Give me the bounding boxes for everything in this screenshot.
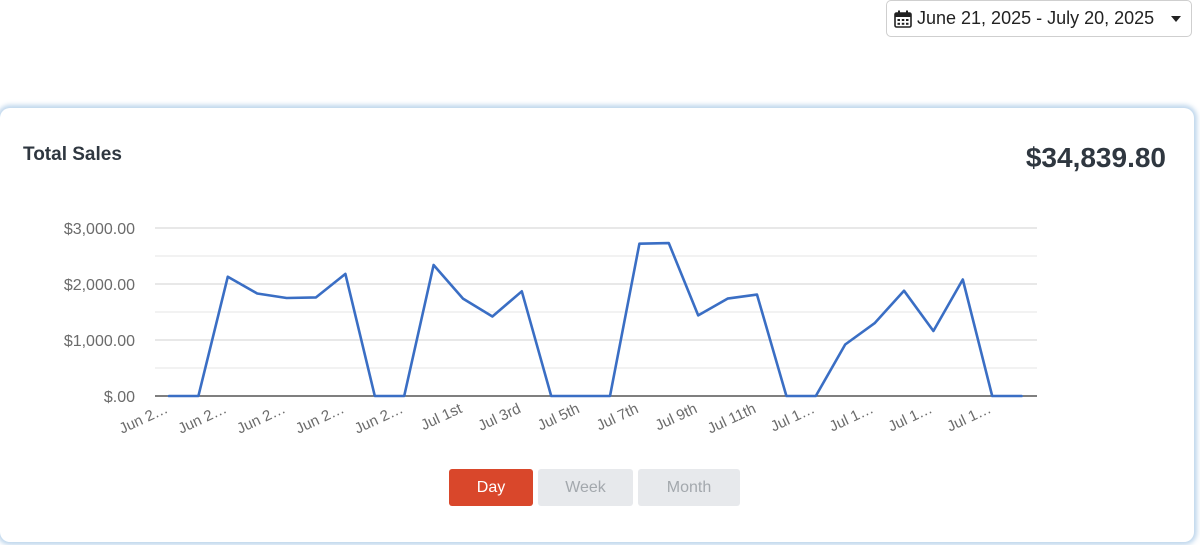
- month-button[interactable]: Month: [638, 469, 740, 506]
- x-tick-label: Jul 1…: [827, 400, 876, 435]
- data-point: [402, 394, 406, 398]
- total-sales-card: Total Sales $34,839.80 $.00 $1,000.00 $2,0…: [0, 108, 1194, 542]
- date-range-picker[interactable]: June 21, 2025 - July 20, 2025: [886, 0, 1192, 37]
- calendar-icon: [894, 10, 912, 28]
- x-tick-label: Jul 1…: [768, 400, 817, 435]
- data-point: [1020, 394, 1024, 398]
- data-point: [696, 313, 700, 317]
- sales-line-chart: $.00$1,000.00$2,000.00$3,000.00Jun 2… Jun…: [64, 221, 1037, 437]
- x-tick-label: Jul 9th: [653, 400, 700, 434]
- data-point: [373, 394, 377, 398]
- data-point: [726, 297, 730, 301]
- data-point: [667, 241, 671, 245]
- data-point: [314, 295, 318, 299]
- data-point: [843, 342, 847, 346]
- day-button[interactable]: Day: [449, 469, 533, 506]
- x-tick-label: Jun 2…: [352, 400, 406, 437]
- data-point: [255, 292, 259, 296]
- x-tick-label: Jul 5th: [535, 400, 582, 434]
- y-tick-label: $.00: [104, 389, 135, 406]
- x-tick-label: Jul 1…: [944, 400, 993, 435]
- range-button-group: Day Week Month: [449, 469, 745, 506]
- date-range-label: June 21, 2025 - July 20, 2025: [917, 8, 1155, 28]
- data-point: [608, 394, 612, 398]
- data-point: [226, 275, 230, 279]
- data-point: [285, 296, 289, 300]
- x-tick-label: Jul 7th: [594, 400, 641, 434]
- y-tick-label: $3,000.00: [64, 221, 135, 238]
- sales-series-line: [167, 241, 1023, 398]
- week-button[interactable]: Week: [538, 469, 633, 506]
- data-point: [931, 329, 935, 333]
- chevron-down-icon: [1171, 15, 1181, 22]
- data-point: [490, 314, 494, 318]
- data-point: [461, 297, 465, 301]
- data-point: [432, 263, 436, 267]
- data-point: [343, 272, 347, 276]
- x-tick-label: Jul 11th: [705, 400, 759, 437]
- x-tick-label: Jul 3rd: [475, 400, 523, 434]
- data-point: [167, 394, 171, 398]
- data-point: [814, 394, 818, 398]
- x-tick-label: Jun 2…: [234, 400, 288, 437]
- y-tick-label: $2,000.00: [64, 277, 135, 294]
- x-tick-label: Jun 2…: [293, 400, 347, 437]
- data-point: [873, 321, 877, 325]
- x-tick-label: Jul 1…: [886, 400, 935, 435]
- x-tick-label: Jun 2…: [175, 400, 229, 437]
- data-point: [961, 278, 965, 282]
- y-tick-label: $1,000.00: [64, 333, 135, 350]
- data-point: [990, 394, 994, 398]
- data-point: [196, 394, 200, 398]
- data-point: [637, 242, 641, 246]
- data-point: [579, 394, 583, 398]
- data-point: [755, 293, 759, 297]
- data-point: [549, 394, 553, 398]
- data-point: [902, 289, 906, 293]
- x-tick-label: Jul 1st: [418, 400, 465, 434]
- data-point: [520, 289, 524, 293]
- data-point: [784, 394, 788, 398]
